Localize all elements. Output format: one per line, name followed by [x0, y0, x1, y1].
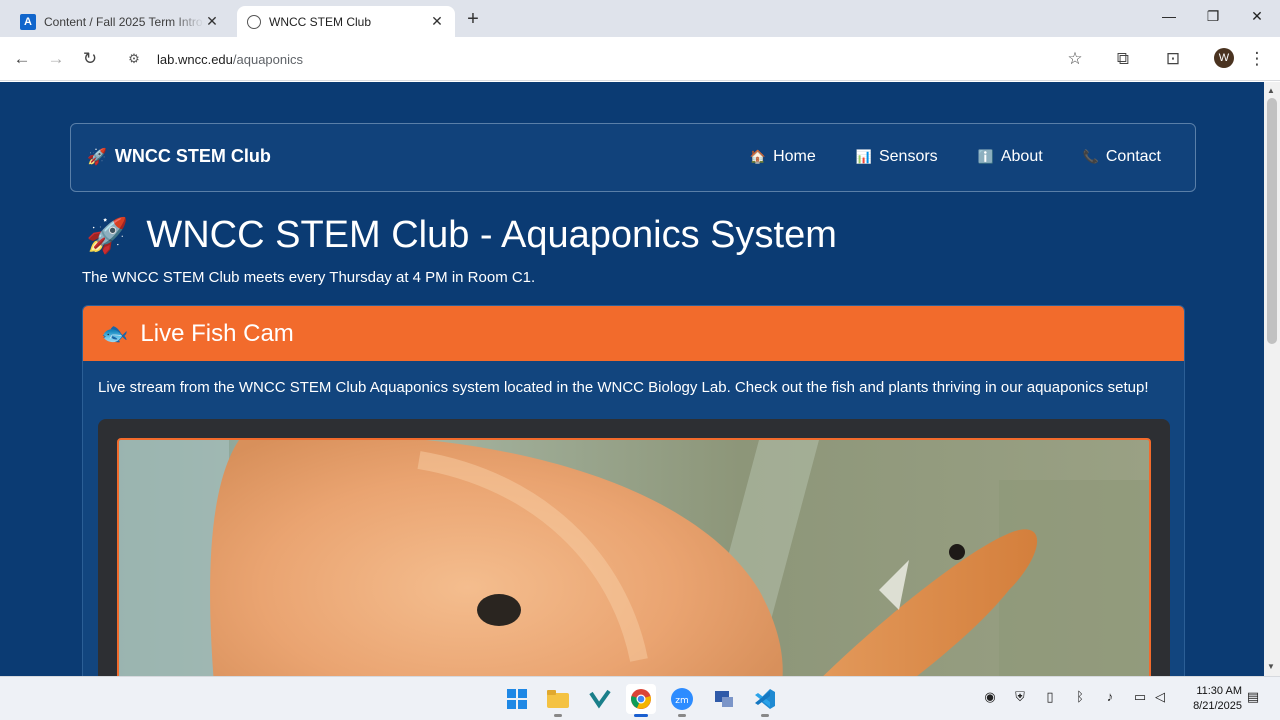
start-button[interactable] — [502, 684, 532, 714]
close-tab-icon[interactable]: ✕ — [429, 13, 445, 30]
forward-button[interactable]: → — [44, 47, 68, 71]
scroll-down-arrow-icon[interactable]: ▼ — [1267, 662, 1275, 671]
rocket-icon: 🚀 — [86, 216, 129, 255]
minimize-button[interactable]: — — [1154, 8, 1184, 24]
nav-link-sensors[interactable]: 📊 Sensors — [856, 148, 938, 166]
windows-logo-icon — [507, 689, 527, 709]
browser-menu-icon[interactable]: ⋮ — [1245, 47, 1269, 71]
site-brand[interactable]: 🚀 WNCC STEM Club — [87, 146, 271, 167]
brand-label: WNCC STEM Club — [114, 146, 271, 166]
usb-drive-icon[interactable]: ▯ — [1041, 689, 1059, 705]
nav-label: Home — [773, 148, 816, 165]
new-tab-button[interactable]: + — [462, 8, 484, 31]
taskbar-file-explorer[interactable] — [543, 684, 573, 717]
clock-time: 11:30 AM — [1196, 685, 1242, 697]
taskbar-vscode[interactable] — [750, 684, 780, 717]
scroll-up-arrow-icon[interactable]: ▲ — [1267, 86, 1275, 95]
nav-label: Contact — [1105, 148, 1161, 165]
taskbar-visual-studio[interactable] — [585, 684, 615, 714]
fish-cam-header: 🐟 Live Fish Cam — [83, 306, 1184, 361]
tab-title: WNCC STEM Club — [269, 14, 372, 29]
globe-icon — [247, 14, 261, 29]
taskbar-remote-desktop[interactable] — [709, 684, 739, 714]
address-bar[interactable]: ⚙ lab.wncc.edu/aquaponics — [115, 43, 1105, 75]
network-icon[interactable]: ▭ — [1131, 689, 1149, 705]
vscode-icon — [755, 689, 775, 709]
scrollbar-thumb[interactable] — [1267, 98, 1277, 344]
nav-link-about[interactable]: ℹ️ About — [978, 148, 1043, 166]
site-info-icon[interactable]: ⚙ — [123, 51, 145, 67]
taskbar-zoom[interactable]: zm — [667, 684, 697, 717]
microphone-icon[interactable]: ♪ — [1101, 689, 1119, 704]
nav-label: Sensors — [878, 148, 938, 165]
page-title-text: WNCC STEM Club - Aquaponics System — [146, 214, 837, 256]
chrome-icon — [631, 689, 651, 709]
vs-app-icon — [589, 689, 611, 709]
restore-button[interactable]: ❐ — [1198, 8, 1228, 25]
house-icon: 🏠 — [749, 149, 767, 164]
back-button[interactable]: ← — [10, 47, 34, 71]
taskbar-chrome[interactable] — [626, 684, 656, 717]
volume-icon[interactable]: ◁ — [1151, 689, 1169, 705]
tab-wncc-stem-club[interactable]: WNCC STEM Club ✕ — [237, 6, 455, 37]
page-scrollbar[interactable]: ▲ ▼ — [1264, 82, 1280, 676]
page-title: 🚀 WNCC STEM Club - Aquaponics System — [86, 214, 837, 257]
nav-links: 🏠 Home 📊 Sensors ℹ️ About 📞 Contact — [750, 148, 1161, 166]
fish-cam-heading: Live Fish Cam — [140, 319, 294, 347]
chart-icon: 📊 — [855, 149, 872, 164]
url-host: lab.wncc.edu — [157, 51, 233, 67]
video-frame — [98, 419, 1170, 676]
rocket-icon: 🚀 — [87, 148, 107, 166]
folder-icon — [547, 690, 569, 708]
security-shield-icon[interactable]: ⛨ — [1011, 689, 1029, 705]
reload-button[interactable]: ↻ — [78, 47, 102, 71]
system-clock[interactable]: 11:30 AM 8/21/2025 — [1182, 684, 1242, 714]
extensions-icon[interactable]: ⧉ — [1111, 47, 1135, 71]
page-viewport: 🚀 WNCC STEM Club 🏠 Home 📊 Sensors ℹ️ Abo… — [0, 82, 1264, 676]
live-video-stream[interactable] — [117, 438, 1151, 676]
nav-link-contact[interactable]: 📞 Contact — [1083, 148, 1161, 166]
info-icon: ℹ️ — [977, 149, 994, 164]
remote-desktop-icon — [715, 691, 733, 707]
browser-tab-strip: A Content / Fall 2025 Term Intro to ✕ WN… — [0, 0, 1280, 37]
tab-title: Content / Fall 2025 Term Intro to — [44, 14, 204, 29]
fish-icon: 🐟 — [101, 320, 129, 346]
phone-icon: 📞 — [1082, 149, 1099, 164]
d2l-favicon-icon: A — [20, 13, 36, 30]
nav-label: About — [1000, 148, 1043, 165]
url-path: /aquaponics — [232, 51, 304, 67]
clock-date: 8/21/2025 — [1193, 700, 1242, 712]
fish-cam-description: Live stream from the WNCC STEM Club Aqua… — [98, 379, 1149, 396]
bluetooth-icon[interactable]: ᛒ — [1071, 689, 1089, 704]
zoom-tray-icon[interactable]: ◉ — [981, 689, 999, 705]
meeting-info: The WNCC STEM Club meets every Thursday … — [82, 269, 536, 286]
site-navbar: 🚀 WNCC STEM Club 🏠 Home 📊 Sensors ℹ️ Abo… — [70, 123, 1196, 192]
profile-avatar[interactable]: W — [1214, 48, 1234, 68]
zoom-icon: zm — [671, 688, 693, 710]
close-window-button[interactable]: ✕ — [1242, 8, 1272, 25]
notifications-icon[interactable]: ▤ — [1244, 689, 1262, 705]
browser-toolbar: ← → ↻ ⚙ lab.wncc.edu/aquaponics ☆ ⧉ ⊡ ⋮ — [0, 37, 1280, 81]
nav-link-home[interactable]: 🏠 Home — [750, 148, 816, 166]
close-tab-icon[interactable]: ✕ — [204, 13, 220, 30]
tab-content-fall-2025[interactable]: A Content / Fall 2025 Term Intro to ✕ — [10, 6, 230, 37]
svg-text:zm: zm — [675, 696, 689, 706]
tab-search-icon[interactable]: ⊡ — [1161, 47, 1185, 71]
bookmark-star-icon[interactable]: ☆ — [1063, 47, 1087, 71]
windows-taskbar: zm ◉ ⛨ ▯ ᛒ ♪ ▭ ◁ 11:30 AM 8/21/2025 ▤ — [0, 676, 1280, 720]
fish-cam-card: 🐟 Live Fish Cam Live stream from the WNC… — [82, 305, 1185, 676]
